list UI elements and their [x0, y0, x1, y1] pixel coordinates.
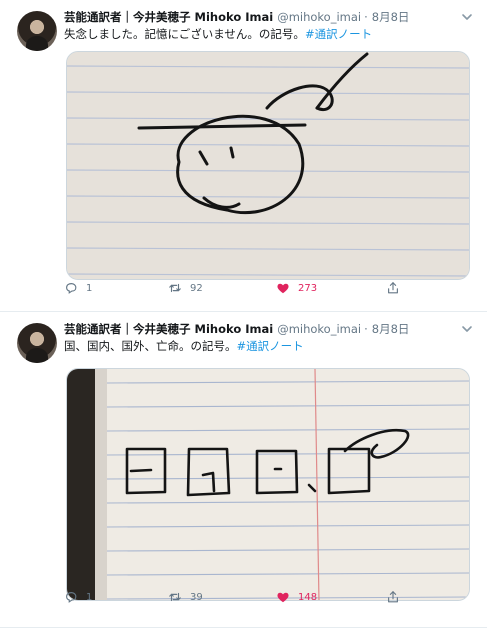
share-icon	[388, 591, 398, 603]
tweet-date[interactable]: 8月8日	[372, 321, 410, 337]
reply-count: 1	[86, 282, 93, 294]
author-name[interactable]: 芸能通訳者｜今井美穂子 Mihoko Imai	[64, 321, 273, 337]
notebook-sketch-image	[67, 52, 469, 279]
author-handle[interactable]: @mihoko_imai	[277, 321, 361, 337]
separator-dot: ·	[364, 10, 368, 24]
tweet-text: 国、国内、国外、亡命。の記号。#通訳ノート	[64, 338, 475, 354]
heart-icon	[277, 592, 289, 603]
reply-button[interactable]: 1	[64, 281, 92, 295]
separator-dot: ·	[364, 322, 368, 336]
notebook-sketch-image	[67, 369, 469, 600]
retweet-icon	[169, 592, 181, 602]
chevron-down-icon[interactable]	[461, 323, 473, 335]
tweet-body: 芸能通訳者｜今井美穂子 Mihoko Imai @mihoko_imai · 8…	[64, 9, 475, 42]
tweet-header: 芸能通訳者｜今井美穂子 Mihoko Imai @mihoko_imai · 8…	[64, 9, 475, 25]
tweet-date[interactable]: 8月8日	[372, 9, 410, 25]
retweet-button[interactable]: 39	[168, 590, 203, 604]
like-count: 148	[298, 591, 318, 603]
retweet-count: 92	[190, 282, 203, 294]
tweet[interactable]: 芸能通訳者｜今井美穂子 Mihoko Imai @mihoko_imai · 8…	[0, 0, 487, 312]
tweet[interactable]: 芸能通訳者｜今井美穂子 Mihoko Imai @mihoko_imai · 8…	[0, 312, 487, 628]
retweet-button[interactable]: 92	[168, 281, 203, 295]
share-button[interactable]	[386, 590, 408, 604]
like-button[interactable]: 273	[276, 281, 317, 295]
tweet-header: 芸能通訳者｜今井美穂子 Mihoko Imai @mihoko_imai · 8…	[64, 321, 475, 337]
like-button[interactable]: 148	[276, 590, 317, 604]
hashtag-link[interactable]: #通訳ノート	[237, 339, 304, 353]
retweet-count: 39	[190, 591, 203, 603]
tweet-photo[interactable]	[66, 51, 470, 280]
avatar[interactable]	[17, 323, 57, 363]
reply-icon	[66, 283, 77, 294]
hashtag-link[interactable]: #通訳ノート	[305, 27, 372, 41]
tweet-text-content: 国、国内、国外、亡命。の記号。	[64, 339, 237, 353]
tweet-photo[interactable]	[66, 368, 470, 601]
tweet-body: 芸能通訳者｜今井美穂子 Mihoko Imai @mihoko_imai · 8…	[64, 321, 475, 354]
tweet-text: 失念しました。記憶にございません。の記号。#通訳ノート	[64, 26, 475, 42]
reply-count: 1	[86, 591, 93, 603]
tweet-text-content: 失念しました。記憶にございません。の記号。	[64, 27, 305, 41]
like-count: 273	[298, 282, 318, 294]
heart-icon	[277, 283, 289, 294]
avatar[interactable]	[17, 11, 57, 51]
timeline: 芸能通訳者｜今井美穂子 Mihoko Imai @mihoko_imai · 8…	[0, 0, 487, 628]
share-button[interactable]	[386, 281, 408, 295]
reply-button[interactable]: 1	[64, 590, 92, 604]
reply-icon	[66, 592, 77, 603]
author-name[interactable]: 芸能通訳者｜今井美穂子 Mihoko Imai	[64, 9, 273, 25]
retweet-icon	[169, 283, 181, 293]
author-handle[interactable]: @mihoko_imai	[277, 9, 361, 25]
share-icon	[388, 282, 398, 294]
chevron-down-icon[interactable]	[461, 11, 473, 23]
